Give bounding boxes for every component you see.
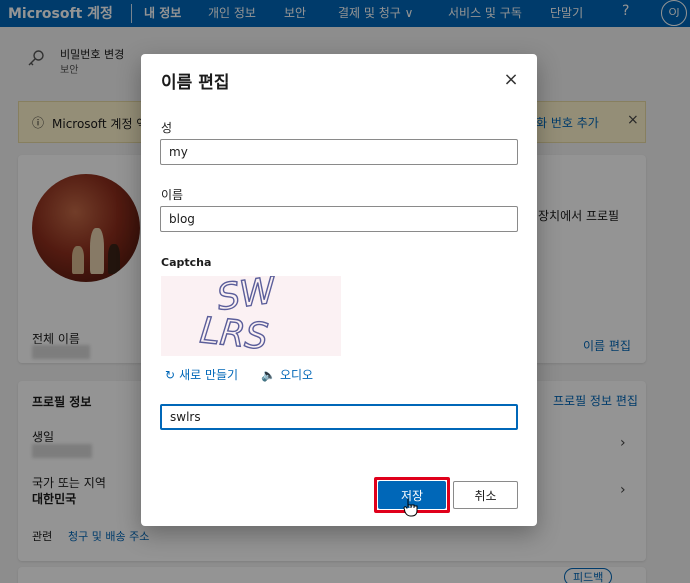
given-name-input[interactable]: [160, 206, 518, 232]
close-icon[interactable]: ×: [500, 70, 522, 92]
surname-input[interactable]: [160, 139, 518, 165]
captcha-audio-label: 오디오: [279, 368, 314, 382]
given-name-label: 이름: [161, 188, 184, 202]
speaker-icon: 🔈: [261, 368, 276, 382]
captcha-refresh-label: 새로 만들기: [179, 368, 239, 382]
hand-cursor-icon: [403, 498, 418, 517]
captcha-label: Captcha: [161, 256, 212, 269]
captcha-refresh-button[interactable]: ↻ 새로 만들기: [165, 366, 238, 383]
captcha-image: SW LRS: [161, 269, 341, 359]
edit-name-dialog: 이름 편집 × 성 이름 Captcha SW LRS ↻새로 만들기 🔈오디오…: [141, 54, 537, 526]
cancel-button[interactable]: 취소: [453, 481, 518, 509]
surname-label: 성: [161, 121, 173, 135]
captcha-text-graphic: SW LRS: [197, 269, 280, 358]
refresh-icon: ↻: [165, 368, 176, 382]
dialog-title: 이름 편집: [161, 73, 230, 93]
svg-text:LRS: LRS: [198, 310, 270, 356]
captcha-input[interactable]: [160, 404, 518, 430]
captcha-audio-button[interactable]: 🔈 오디오: [261, 366, 313, 383]
